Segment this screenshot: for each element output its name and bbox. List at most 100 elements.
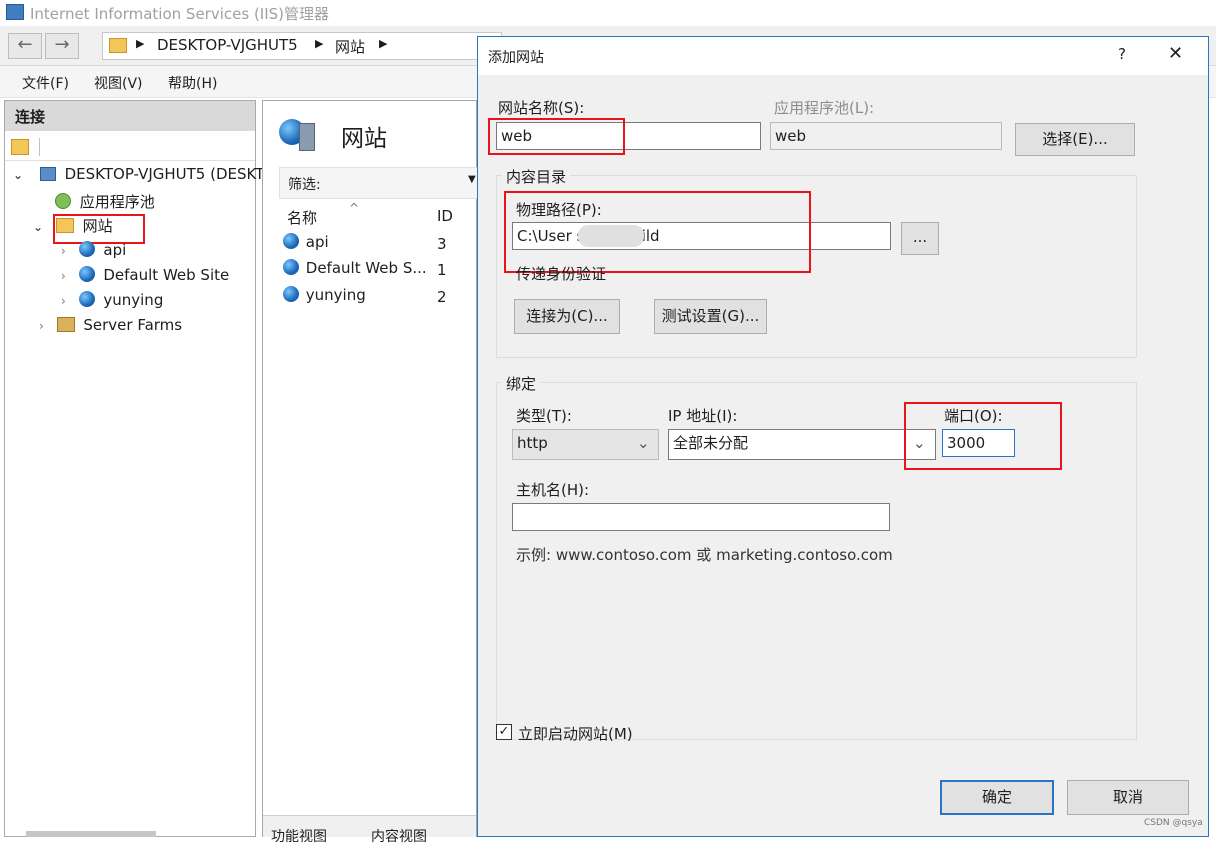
- tree-site-default[interactable]: › Default Web Site: [61, 266, 229, 284]
- arrow-left-icon: ←: [17, 34, 33, 55]
- globe-icon: [78, 266, 95, 282]
- ok-button[interactable]: 确定: [940, 780, 1054, 815]
- main-title-bar: Internet Information Services (IIS)管理器: [0, 0, 1216, 26]
- page-title: 网站: [341, 126, 387, 152]
- connections-toolbar: [5, 133, 255, 161]
- binding-label: 绑定: [502, 373, 541, 394]
- type-select-value: http: [517, 434, 548, 452]
- chevron-right-icon: ›: [61, 269, 66, 283]
- column-header-name[interactable]: 名称: [287, 207, 317, 228]
- globe-icon: [283, 286, 299, 302]
- tab-content-view[interactable]: 内容视图: [371, 826, 427, 846]
- dialog-title-bar: 添加网站 ? ✕: [478, 37, 1208, 75]
- globe-icon: [283, 233, 299, 249]
- host-name-label: 主机名(H):: [516, 481, 590, 499]
- chevron-right-icon: ›: [39, 319, 44, 333]
- chevron-down-icon: ⌄: [13, 168, 24, 182]
- table-row[interactable]: api 3: [283, 233, 473, 257]
- chevron-down-icon: ⌄: [33, 220, 44, 234]
- table-row[interactable]: Default Web S... 1: [283, 259, 473, 283]
- iis-app-icon: [6, 4, 24, 20]
- row-name: yunying: [305, 286, 366, 304]
- filter-label: 筛选:: [288, 177, 321, 193]
- breadcrumb-item-sites[interactable]: 网站: [335, 36, 365, 57]
- cancel-button[interactable]: 取消: [1067, 780, 1189, 815]
- tree-site-label: Default Web Site: [103, 266, 230, 284]
- start-immediately-checkbox[interactable]: ✓: [496, 724, 512, 740]
- tree-server[interactable]: ⌄ DESKTOP-VJGHUT5 (DESKT: [13, 165, 264, 183]
- select-app-pool-button[interactable]: 选择(E)...: [1015, 123, 1135, 156]
- ip-address-value: 全部未分配: [673, 434, 749, 452]
- highlight-box-site-name: [488, 118, 625, 155]
- back-button[interactable]: ←: [8, 33, 42, 59]
- row-id: 1: [437, 261, 447, 279]
- ip-address-select[interactable]: 全部未分配 ⌄: [668, 429, 936, 460]
- content-directory-label: 内容目录: [502, 166, 571, 187]
- main-window-title: Internet Information Services (IIS)管理器: [30, 5, 330, 23]
- server-icon: [109, 38, 127, 53]
- globe-icon: [283, 259, 299, 275]
- chevron-down-icon: ⌄: [637, 434, 650, 452]
- breadcrumb[interactable]: ▶ DESKTOP-VJGHUT5 ▶ 网站 ▶: [102, 32, 502, 60]
- filter-dropdown-icon[interactable]: ▼: [468, 174, 476, 185]
- toolbar-divider: [39, 138, 40, 156]
- connect-icon[interactable]: [11, 139, 29, 155]
- server-farm-icon: [56, 317, 75, 332]
- connections-panel: 连接 ⌄ DESKTOP-VJGHUT5 (DESKT 应用程序池 ⌄ 网站 ›…: [4, 100, 264, 837]
- globe-icon: [78, 291, 95, 307]
- breadcrumb-sep-icon: ▶: [379, 37, 388, 50]
- browse-button[interactable]: ...: [901, 222, 939, 255]
- sites-panel: 网站 筛选: ▼ 名称 ^ ID api 3 Default Web S... …: [262, 100, 479, 845]
- server-icon: [39, 167, 56, 181]
- bottom-tab-bar: 功能视图 内容视图: [263, 815, 476, 845]
- close-icon[interactable]: ✕: [1168, 43, 1183, 64]
- tree-server-label: DESKTOP-VJGHUT5 (DESKT: [64, 165, 265, 183]
- globe-icon: [78, 241, 95, 257]
- tree-site-label: yunying: [103, 291, 164, 309]
- table-row[interactable]: yunying 2: [283, 286, 473, 310]
- menu-help[interactable]: 帮助(H): [168, 73, 217, 93]
- tree-site-api[interactable]: › api: [61, 241, 126, 259]
- column-header-id[interactable]: ID: [437, 207, 453, 225]
- tab-features-view[interactable]: 功能视图: [271, 826, 327, 846]
- chevron-right-icon: ›: [61, 294, 66, 308]
- test-settings-button[interactable]: 测试设置(G)...: [654, 299, 767, 334]
- app-pool-input: web: [770, 122, 1002, 150]
- filter-bar: 筛选: ▼: [279, 167, 479, 199]
- connect-as-button[interactable]: 连接为(C)...: [514, 299, 620, 334]
- row-name: Default Web S...: [305, 259, 427, 277]
- connections-title: 连接: [15, 108, 46, 126]
- tree-app-pools-label: 应用程序池: [79, 193, 155, 211]
- forward-button[interactable]: →: [45, 33, 79, 59]
- server-stack-icon: [299, 123, 315, 151]
- row-id: 2: [437, 288, 447, 306]
- help-button[interactable]: ?: [1118, 45, 1126, 63]
- check-icon: ✓: [498, 724, 510, 739]
- host-name-input[interactable]: [512, 503, 890, 531]
- arrow-right-icon: →: [54, 34, 70, 55]
- menu-file[interactable]: 文件(F): [22, 73, 69, 93]
- ip-address-label: IP 地址(I):: [668, 407, 738, 425]
- site-name-label: 网站名称(S):: [498, 99, 585, 117]
- row-id: 3: [437, 235, 447, 253]
- scrollbar[interactable]: [26, 831, 156, 837]
- highlight-box-physical-path: [504, 191, 811, 273]
- tree-site-yunying[interactable]: › yunying: [61, 291, 163, 309]
- type-select[interactable]: http ⌄: [512, 429, 659, 460]
- menu-view[interactable]: 视图(V): [94, 73, 143, 93]
- chevron-right-icon: ›: [61, 244, 66, 258]
- sort-up-icon: ^: [349, 201, 360, 215]
- type-label: 类型(T):: [516, 407, 572, 425]
- watermark: CSDN @qsya: [1144, 818, 1203, 828]
- tree-server-farms[interactable]: › Server Farms: [39, 316, 182, 334]
- tree-site-label: api: [103, 241, 127, 259]
- connections-header: 连接: [5, 101, 255, 131]
- tree-app-pools[interactable]: 应用程序池: [55, 191, 155, 212]
- add-website-dialog: 添加网站 ? ✕ 网站名称(S): web 应用程序池(L): web 选择(E…: [477, 36, 1209, 837]
- breadcrumb-item-server[interactable]: DESKTOP-VJGHUT5: [157, 36, 298, 54]
- tree-server-farms-label: Server Farms: [83, 316, 183, 334]
- host-example-text: 示例: www.contoso.com 或 marketing.contoso.…: [516, 546, 893, 564]
- pass-auth-label: 传递身份验证: [516, 265, 607, 283]
- app-pool-icon: [55, 193, 71, 209]
- row-name: api: [305, 233, 329, 251]
